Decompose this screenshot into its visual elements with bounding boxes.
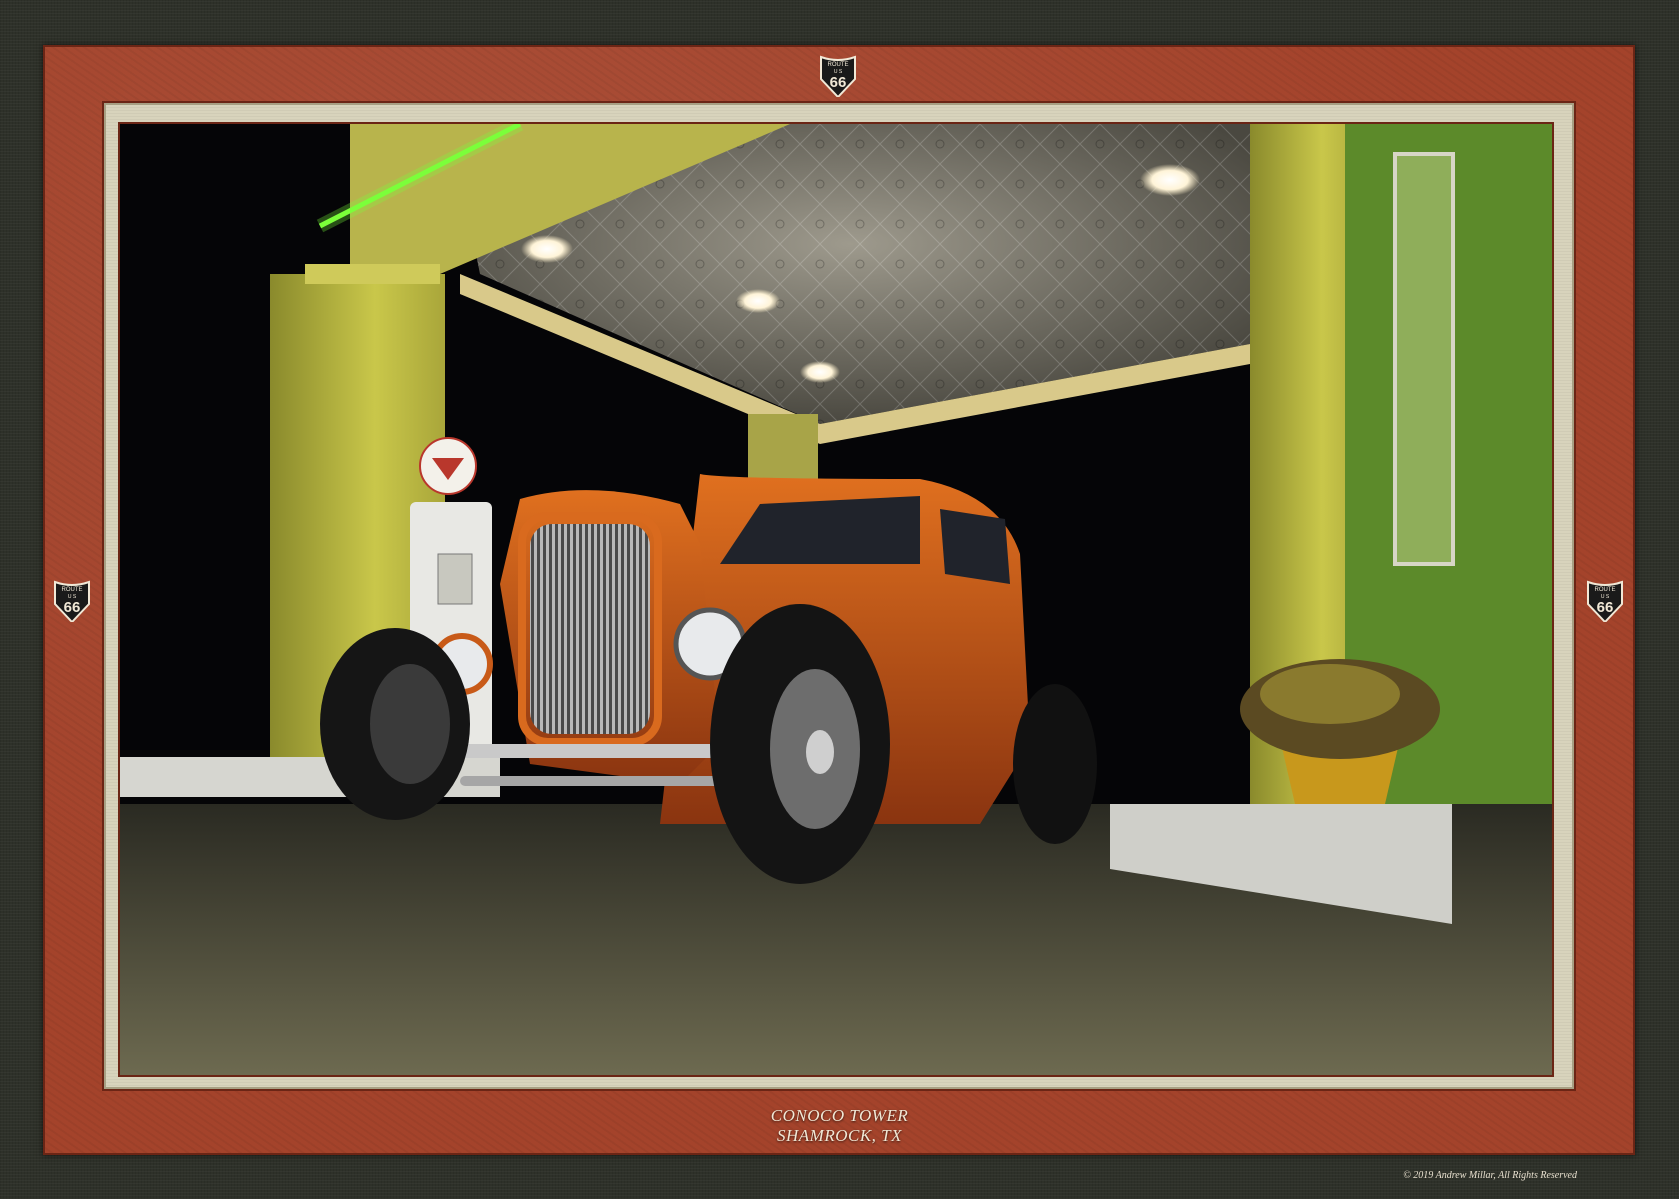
svg-text:66: 66 xyxy=(830,74,847,91)
photograph xyxy=(120,124,1552,1075)
svg-text:ROUTE: ROUTE xyxy=(828,62,849,68)
rear-tire xyxy=(1013,684,1097,844)
caption-location: SHAMROCK, TX xyxy=(777,1126,902,1145)
ceiling-lamp xyxy=(1140,164,1200,196)
caption-title: CONOCO TOWER xyxy=(770,1106,909,1125)
svg-text:ROUTE: ROUTE xyxy=(62,587,83,593)
ceiling-lamp xyxy=(521,235,573,263)
svg-text:ROUTE: ROUTE xyxy=(1595,587,1616,593)
svg-text:66: 66 xyxy=(1597,599,1614,616)
window xyxy=(1393,152,1455,566)
photo-caption: CONOCO TOWER SHAMROCK, TX xyxy=(0,1106,1679,1146)
route-66-badge-top: ROUTE U S 66 xyxy=(819,55,857,97)
route-66-badge-right: ROUTE U S 66 xyxy=(1586,580,1624,622)
ceiling-lamp xyxy=(736,289,780,313)
route-66-badge-left: ROUTE U S 66 xyxy=(53,580,91,622)
ceiling-lamp xyxy=(800,361,840,383)
copyright-notice: © 2019 Andrew Millar, All Rights Reserve… xyxy=(1403,1170,1577,1181)
svg-text:66: 66 xyxy=(64,599,81,616)
